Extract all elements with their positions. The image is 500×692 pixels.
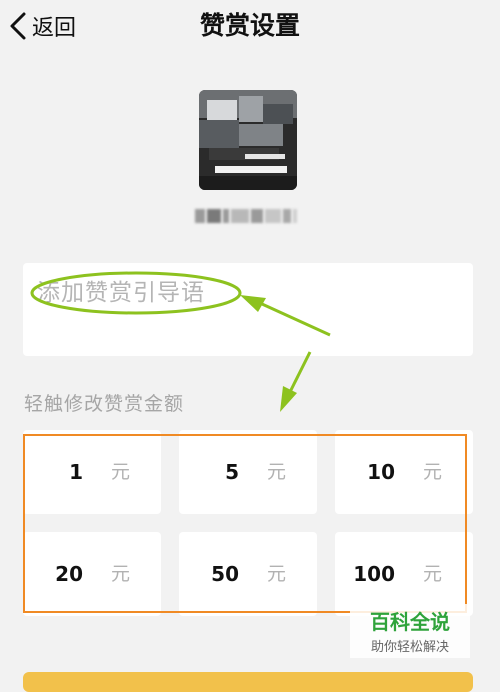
guide-text-box[interactable] <box>23 263 473 356</box>
amount-option-10[interactable]: 10 元 <box>335 430 473 514</box>
amount-option-50[interactable]: 50 元 <box>179 532 317 616</box>
amount-unit: 元 <box>267 563 287 585</box>
watermark-subtitle: 助你轻松解决 <box>370 640 449 655</box>
watermark-logo: 百科全说 助你轻松解决 <box>350 604 470 658</box>
top-bar: 返回 赞赏设置 <box>0 0 500 52</box>
amount-option-1[interactable]: 1 元 <box>23 430 161 514</box>
amount-unit: 元 <box>423 461 443 483</box>
amount-grid: 1 元 5 元 10 元 20 元 50 元 100 元 <box>23 430 473 620</box>
guide-text-input[interactable] <box>37 273 457 313</box>
amount-value: 1 <box>69 460 83 484</box>
confirm-button[interactable] <box>23 672 473 692</box>
amount-value: 50 <box>211 562 239 586</box>
nickname-blurred <box>190 202 302 230</box>
amount-unit: 元 <box>111 563 131 585</box>
amount-unit: 元 <box>267 461 287 483</box>
amount-value: 10 <box>367 460 395 484</box>
watermark-title: 百科全说 <box>370 610 450 634</box>
amount-section-label: 轻触修改赞赏金额 <box>24 393 185 415</box>
amount-option-20[interactable]: 20 元 <box>23 532 161 616</box>
page-title: 赞赏设置 <box>199 11 300 40</box>
amount-option-5[interactable]: 5 元 <box>179 430 317 514</box>
avatar <box>199 90 297 190</box>
amount-value: 20 <box>55 562 83 586</box>
amount-value: 5 <box>225 460 239 484</box>
amount-unit: 元 <box>111 461 131 483</box>
